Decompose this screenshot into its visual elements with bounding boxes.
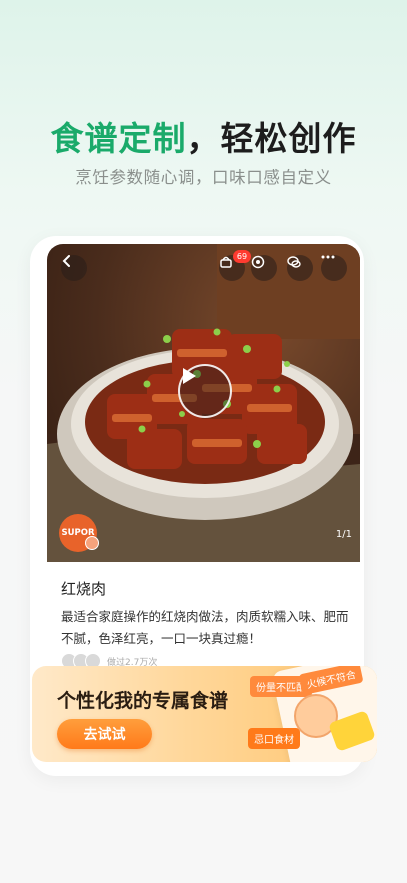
tag-avoid-ingredients: 忌口食材: [248, 728, 300, 749]
wechat-icon: [287, 256, 301, 268]
back-button[interactable]: [61, 255, 87, 281]
brand-dot-icon: [85, 536, 99, 550]
basket-icon: [220, 256, 232, 268]
recipe-description: 最适合家庭操作的红烧肉做法，肉质软糯入味、肥而不腻，色泽红亮，一口一块真过瘾！: [61, 609, 349, 646]
aperture-button[interactable]: [251, 255, 277, 281]
more-icon: [321, 255, 335, 259]
play-video-button[interactable]: [178, 364, 232, 418]
brand-logo: SUPOR: [59, 514, 99, 552]
personalize-banner[interactable]: 个性化我的专属食谱 去试试 份量不匹配 火候不符合 忌口食材: [32, 666, 377, 762]
chevron-left-icon: [62, 255, 70, 267]
headline-rest: ，轻松创作: [186, 119, 357, 158]
play-icon: [183, 368, 196, 384]
wechat-share-button[interactable]: [287, 255, 313, 281]
more-button[interactable]: [321, 255, 347, 281]
try-button[interactable]: 去试试: [57, 719, 152, 749]
cart-badge: 69: [233, 250, 251, 263]
image-counter: 1/1: [335, 529, 352, 540]
basket-button[interactable]: 69: [219, 250, 251, 281]
subtitle: 烹饪参数随心调，口味口感自定义: [75, 168, 332, 187]
recipe-title: 红烧肉: [61, 580, 107, 598]
headline: 食谱定制，轻松创作: [0, 112, 407, 160]
headline-accent: 食谱定制: [50, 119, 187, 158]
recipe-photo: 69 SUPOR 1/1: [47, 244, 360, 562]
aperture-icon: [251, 255, 265, 269]
banner-title: 个性化我的专属食谱: [57, 690, 229, 712]
